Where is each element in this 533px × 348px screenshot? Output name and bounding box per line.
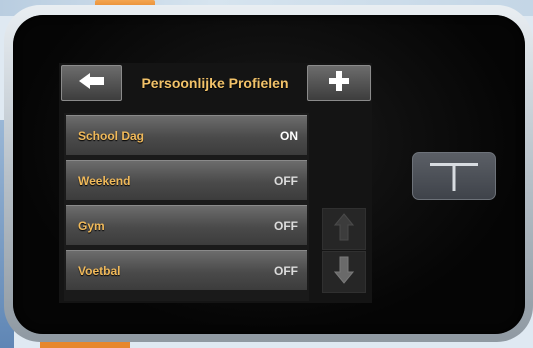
touch-screen: Persoonlijke Profielen School Dag ON Wee… — [59, 63, 372, 303]
down-arrow-icon — [333, 256, 355, 289]
scroll-down-button[interactable] — [322, 251, 366, 293]
add-profile-button[interactable] — [307, 65, 371, 101]
profile-row-weekend[interactable]: Weekend OFF — [66, 160, 307, 200]
profile-name: School Dag — [78, 128, 145, 143]
profile-name: Gym — [78, 218, 105, 233]
profile-row-school-dag[interactable]: School Dag ON — [66, 115, 307, 155]
profile-status: OFF — [274, 263, 298, 278]
home-button[interactable] — [412, 152, 496, 200]
profile-status: ON — [280, 128, 298, 143]
profile-row-gym[interactable]: Gym OFF — [66, 205, 307, 245]
profile-name: Voetbal — [78, 263, 121, 278]
up-arrow-icon — [333, 212, 355, 246]
left-arrow-icon — [77, 72, 107, 95]
plus-icon — [328, 70, 350, 97]
back-button[interactable] — [61, 65, 122, 101]
profile-row-voetbal[interactable]: Voetbal OFF — [66, 250, 307, 290]
profile-status: OFF — [274, 218, 298, 233]
profile-status: OFF — [274, 173, 298, 188]
profile-name: Weekend — [78, 173, 131, 188]
page-title: Persoonlijke Profielen — [141, 75, 289, 91]
scroll-up-button[interactable] — [322, 208, 366, 250]
